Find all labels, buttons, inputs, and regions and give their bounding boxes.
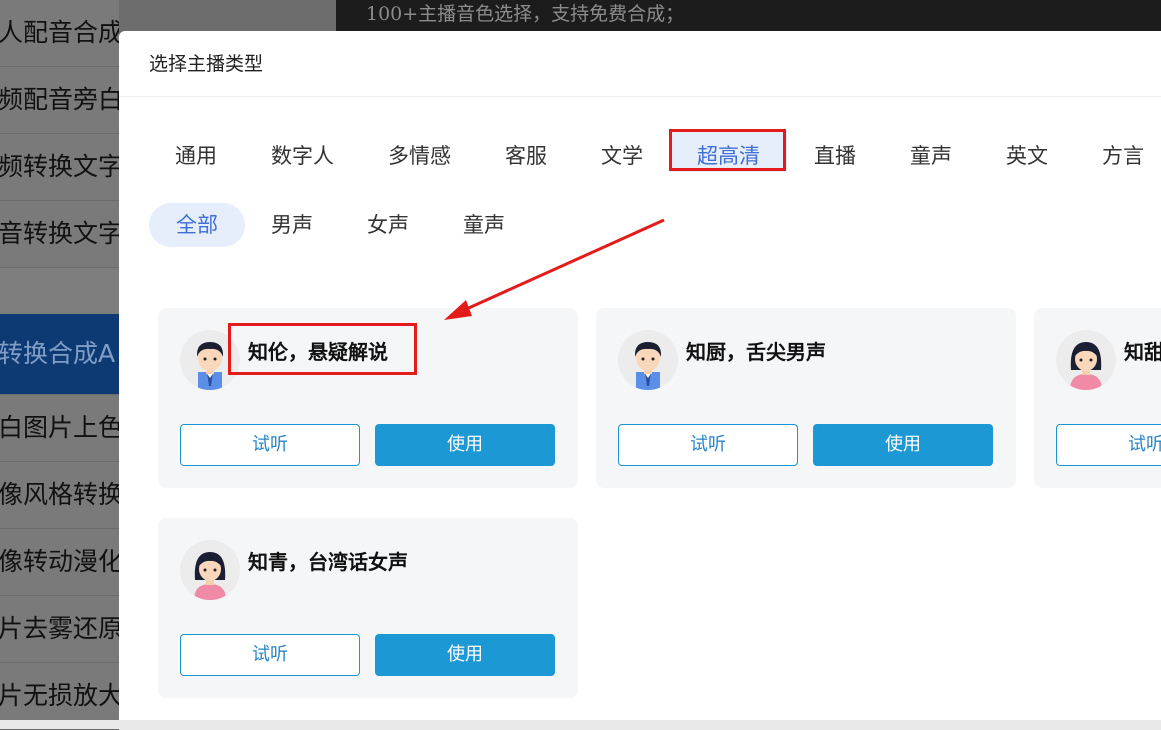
annotation-arrow-icon [444,218,665,320]
